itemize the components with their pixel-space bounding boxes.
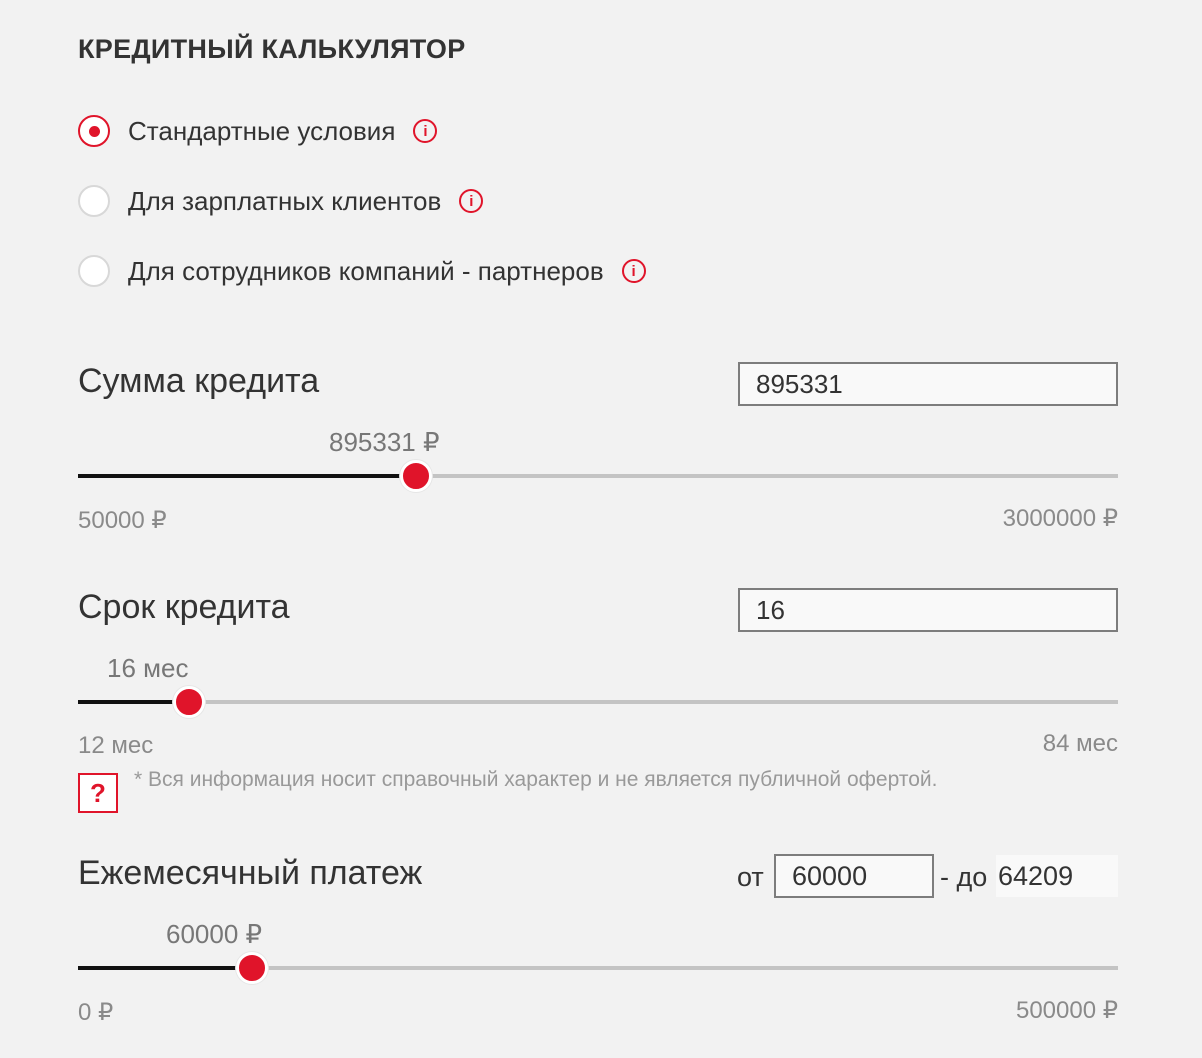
option-partner-employees[interactable]: Для сотрудников компаний - партнеров i: [78, 252, 646, 290]
payment-min-label: 0 ₽: [78, 999, 114, 1026]
term-max-label: 84 мес: [1042, 730, 1118, 757]
payment-from-input[interactable]: [774, 854, 934, 898]
option-partner-employees-label: Для сотрудников компаний - партнеров: [128, 255, 604, 286]
amount-label: Сумма кредита: [78, 362, 320, 400]
option-salary-clients-label: Для зарплатных клиентов: [128, 185, 442, 216]
option-standard-label: Стандартные условия: [128, 115, 396, 146]
term-label: Срок кредита: [78, 588, 290, 626]
amount-slider-value: 895331 ₽: [329, 427, 440, 457]
radio-partner-employees[interactable]: [78, 255, 110, 287]
payment-from-prefix: от: [737, 862, 764, 892]
term-slider-track[interactable]: [78, 700, 1118, 704]
amount-input[interactable]: [738, 362, 1118, 406]
payment-to-prefix: - до: [940, 862, 988, 892]
term-input[interactable]: [738, 588, 1118, 632]
payment-slider-value: 60000 ₽: [166, 919, 263, 949]
amount-max-label: 3000000 ₽: [1002, 505, 1118, 532]
term-slider-value: 16 мес: [107, 653, 189, 683]
payment-slider-fill: [78, 966, 253, 970]
info-icon[interactable]: i: [413, 119, 438, 143]
payment-slider-handle[interactable]: [236, 952, 269, 984]
amount-slider-handle[interactable]: [399, 460, 432, 492]
payment-max-label: 500000 ₽: [1015, 997, 1118, 1024]
info-icon[interactable]: i: [621, 259, 646, 283]
radio-standard[interactable]: [78, 115, 110, 147]
option-salary-clients[interactable]: Для зарплатных клиентов i: [78, 182, 484, 220]
calculator-title: КРЕДИТНЫЙ КАЛЬКУЛЯТОР: [78, 34, 466, 64]
radio-salary-clients[interactable]: [78, 185, 110, 217]
info-icon[interactable]: i: [459, 189, 484, 213]
payment-to-value: 64209: [996, 855, 1118, 897]
amount-min-label: 50000 ₽: [78, 507, 167, 534]
option-standard[interactable]: Стандартные условия i: [78, 112, 438, 150]
amount-slider-fill: [78, 474, 416, 478]
payment-label: Ежемесячный платеж: [78, 854, 423, 892]
help-icon[interactable]: ?: [78, 773, 118, 813]
term-slider-handle[interactable]: [172, 686, 205, 718]
disclaimer-text: * Вся информация носит справочный характ…: [134, 768, 938, 791]
term-min-label: 12 мес: [78, 732, 154, 759]
